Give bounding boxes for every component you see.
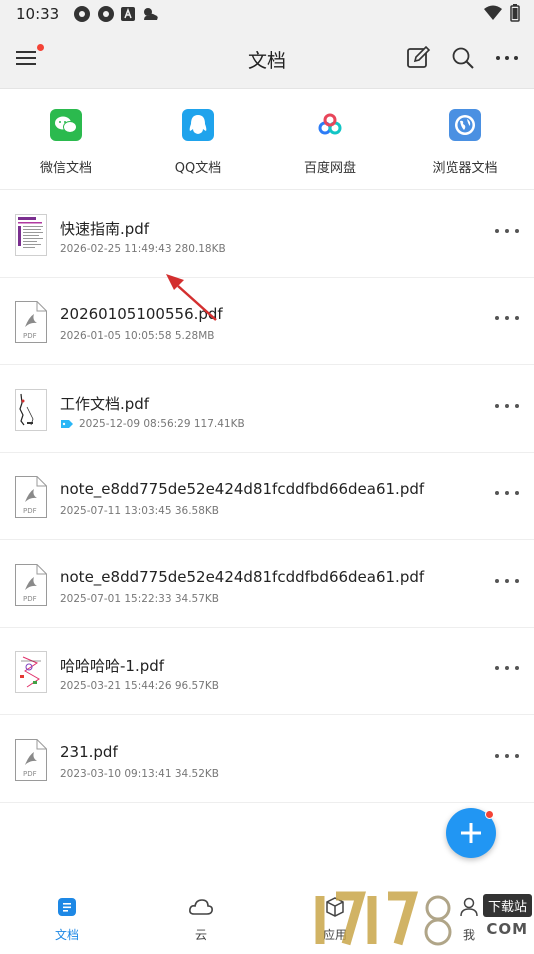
- battery-icon: [510, 4, 520, 22]
- more-options-icon[interactable]: [494, 313, 520, 323]
- app-notification-icon: [74, 6, 91, 22]
- app-a-icon: [121, 7, 136, 21]
- document-thumbnail: [15, 389, 47, 431]
- file-row[interactable]: 哈哈哈哈-1.pdf 2025-03-21 15:44:26 96.57KB: [0, 627, 534, 715]
- source-label: 浏览器文档: [432, 161, 498, 176]
- file-meta-text: 2025-07-01 15:22:33 34.57KB: [60, 593, 220, 605]
- more-options-icon[interactable]: [494, 663, 520, 673]
- source-wechat[interactable]: 微信文档: [6, 109, 126, 176]
- pdf-icon: PDF: [15, 476, 47, 518]
- weather-icon: [144, 8, 158, 20]
- file-meta: 2025-07-01 15:22:33 34.57KB: [60, 593, 219, 605]
- file-row[interactable]: PDF 20260105100556.pdf 2026-01-05 10:05:…: [0, 277, 534, 365]
- status-system-icons: [484, 4, 520, 22]
- more-options-icon[interactable]: [494, 576, 520, 586]
- nav-cloud[interactable]: 云: [171, 896, 231, 943]
- edit-icon[interactable]: [405, 45, 431, 71]
- baidu-netdisk-icon: [314, 109, 346, 141]
- file-row[interactable]: 快速指南.pdf 2026-02-25 11:49:43 280.18KB: [0, 190, 534, 278]
- watermark-badge: 下载站: [482, 894, 532, 917]
- file-meta-text: 2025-12-09 08:56:29 117.41KB: [79, 418, 245, 430]
- watermark-domain: COM: [486, 920, 528, 938]
- app-bar: 文档: [0, 28, 534, 89]
- source-label: 微信文档: [39, 161, 92, 176]
- document-sources: 微信文档 QQ文档 百度网盘 浏览器文档: [0, 89, 534, 190]
- file-meta: 2025-07-11 13:03:45 36.58KB: [60, 505, 219, 517]
- file-row[interactable]: 工作文档.pdf 2025-12-09 08:56:29 117.41KB: [0, 365, 534, 453]
- more-options-icon[interactable]: [494, 45, 520, 71]
- status-time: 10:33: [16, 5, 60, 23]
- file-meta: 2026-02-25 11:49:43 280.18KB: [60, 243, 226, 255]
- source-browser[interactable]: 浏览器文档: [405, 109, 525, 176]
- browser-icon: [449, 109, 481, 141]
- tag-icon: [61, 420, 73, 428]
- file-meta: 2025-12-09 08:56:29 117.41KB: [60, 418, 245, 430]
- guide-thumbnail: [15, 214, 47, 256]
- file-row[interactable]: PDF note_e8dd775de52e424d81fcddfbd66dea6…: [0, 540, 534, 628]
- file-row[interactable]: PDF 231.pdf 2023-03-10 09:13:41 34.52KB: [0, 715, 534, 803]
- pdf-icon: PDF: [15, 739, 47, 781]
- more-options-icon[interactable]: [494, 226, 520, 236]
- search-icon[interactable]: [450, 45, 476, 71]
- source-label: 百度网盘: [303, 161, 356, 176]
- source-label: QQ文档: [174, 161, 222, 176]
- pdf-label: PDF: [23, 507, 37, 515]
- file-name: note_e8dd775de52e424d81fcddfbd66dea61.pd…: [60, 568, 425, 586]
- pdf-icon: PDF: [15, 564, 47, 606]
- file-meta-text: 2025-07-11 13:03:45 36.58KB: [60, 505, 220, 517]
- file-name: 哈哈哈哈-1.pdf: [60, 657, 165, 675]
- pdf-label: PDF: [23, 595, 37, 603]
- more-options-icon[interactable]: [494, 751, 520, 761]
- notification-dot: [485, 810, 494, 819]
- cloud-icon: [189, 899, 213, 915]
- file-meta-text: 2025-03-21 15:44:26 96.57KB: [60, 680, 220, 692]
- qq-icon: [182, 109, 214, 141]
- pdf-label: PDF: [23, 332, 37, 340]
- wechat-icon: [50, 109, 82, 141]
- pdf-label: PDF: [23, 770, 37, 778]
- watermark-digits: [315, 891, 452, 946]
- more-options-icon[interactable]: [494, 401, 520, 411]
- wifi-icon: [484, 5, 502, 20]
- annotation-arrow: [166, 274, 217, 321]
- file-name: 231.pdf: [60, 743, 118, 761]
- source-qq[interactable]: QQ文档: [138, 109, 258, 176]
- file-meta: 2025-03-21 15:44:26 96.57KB: [60, 680, 219, 692]
- sketch-thumbnail: [15, 651, 47, 693]
- status-notification-icons: [73, 5, 159, 23]
- file-name: note_e8dd775de52e424d81fcddfbd66dea61.pd…: [60, 480, 425, 498]
- file-meta-text: 2023-03-10 09:13:41 34.52KB: [60, 768, 220, 780]
- file-name: 快速指南.pdf: [60, 220, 150, 238]
- file-name: 工作文档.pdf: [60, 395, 150, 413]
- nav-documents[interactable]: 文档: [37, 896, 97, 943]
- app-notification-icon: [98, 6, 115, 22]
- nav-label: 文档: [54, 928, 79, 942]
- watermark-logo: 下载站 COM: [310, 888, 534, 950]
- source-baidu-netdisk[interactable]: 百度网盘: [270, 109, 390, 176]
- file-row[interactable]: PDF note_e8dd775de52e424d81fcddfbd66dea6…: [0, 452, 534, 540]
- document-icon: [58, 898, 76, 916]
- file-meta: 2023-03-10 09:13:41 34.52KB: [60, 768, 219, 780]
- file-meta: 2026-01-05 10:05:58 5.28MB: [60, 330, 215, 342]
- pdf-icon: PDF: [15, 301, 47, 343]
- more-options-icon[interactable]: [494, 488, 520, 498]
- nav-label: 云: [194, 928, 207, 942]
- file-meta-text: 2026-02-25 11:49:43 280.18KB: [60, 243, 226, 255]
- file-meta-text: 2026-01-05 10:05:58 5.28MB: [60, 330, 215, 342]
- status-bar: 10:33: [0, 0, 534, 28]
